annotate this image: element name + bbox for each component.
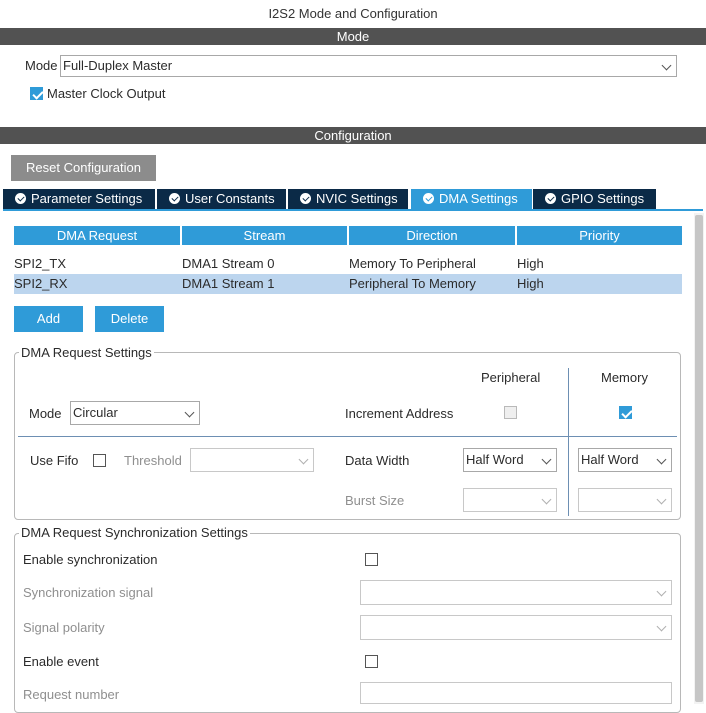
signal-polarity-label: Signal polarity (23, 620, 105, 635)
chevron-down-icon (661, 60, 672, 71)
signal-polarity-select[interactable] (360, 615, 672, 640)
tab-gpio-settings[interactable]: GPIO Settings (533, 189, 656, 209)
enable-sync-label: Enable synchronization (23, 552, 158, 567)
cell-priority: High (517, 276, 544, 291)
configuration-section-header: Configuration (0, 127, 706, 144)
delete-button[interactable]: Delete (95, 306, 164, 332)
cell-direction: Peripheral To Memory (349, 276, 476, 291)
peripheral-increment-checkbox[interactable] (504, 406, 517, 419)
mode-section-header: Mode (0, 28, 706, 45)
peripheral-burst-select[interactable] (463, 488, 557, 512)
window-title: I2S2 Mode and Configuration (268, 6, 438, 21)
check-circle-icon (15, 193, 26, 204)
memory-increment-checkbox[interactable] (619, 406, 632, 419)
request-number-label: Request number (23, 687, 120, 702)
check-circle-icon (169, 193, 180, 204)
burst-size-label: Burst Size (345, 493, 405, 508)
memory-column-header: Memory (601, 370, 648, 385)
chevron-down-icon (656, 454, 667, 465)
request-number-input[interactable] (360, 682, 672, 704)
enable-event-checkbox[interactable] (365, 655, 378, 668)
dma-mode-value: Circular (73, 405, 118, 420)
cell-priority: High (517, 256, 544, 271)
column-header-direction[interactable]: Direction (349, 226, 515, 245)
tab-dma-settings[interactable]: DMA Settings (411, 189, 532, 209)
table-row[interactable]: SPI2_TX DMA1 Stream 0 Memory To Peripher… (14, 254, 682, 274)
dma-mode-label: Mode (29, 406, 62, 421)
tab-underline (3, 209, 703, 211)
threshold-label: Threshold (124, 453, 182, 468)
peripheral-data-width-value: Half Word (466, 452, 524, 467)
peripheral-data-width-select[interactable]: Half Word (463, 448, 557, 472)
sync-signal-label: Synchronization signal (23, 585, 154, 600)
cell-dma-request: SPI2_RX (14, 276, 68, 291)
check-circle-icon (423, 193, 434, 204)
cell-stream: DMA1 Stream 0 (182, 256, 275, 271)
chevron-down-icon (541, 494, 552, 505)
column-header-dma-request[interactable]: DMA Request (14, 226, 180, 245)
enable-sync-checkbox[interactable] (365, 553, 378, 566)
memory-burst-select[interactable] (578, 488, 672, 512)
chevron-down-icon (656, 586, 667, 597)
tab-label: GPIO Settings (561, 191, 645, 206)
sync-signal-select[interactable] (360, 580, 672, 605)
add-button[interactable]: Add (14, 306, 83, 332)
peripheral-column-header: Peripheral (481, 370, 541, 385)
enable-event-label: Enable event (23, 654, 99, 669)
tab-parameter-settings[interactable]: Parameter Settings (3, 189, 155, 209)
threshold-select[interactable] (190, 448, 314, 472)
master-clock-checkbox[interactable] (30, 87, 43, 100)
tab-label: DMA Settings (439, 191, 518, 206)
tab-nvic-settings[interactable]: NVIC Settings (288, 189, 408, 209)
column-header-priority[interactable]: Priority (517, 226, 682, 245)
check-circle-icon (545, 193, 556, 204)
mode-select-value: Full-Duplex Master (63, 58, 173, 73)
tab-user-constants[interactable]: User Constants (157, 189, 286, 209)
dma-mode-select[interactable]: Circular (70, 401, 200, 425)
tab-label: NVIC Settings (316, 191, 398, 206)
tab-label: User Constants (185, 191, 275, 206)
chevron-down-icon (656, 621, 667, 632)
chevron-down-icon (541, 454, 552, 465)
memory-data-width-select[interactable]: Half Word (578, 448, 672, 472)
column-header-stream[interactable]: Stream (182, 226, 347, 245)
memory-data-width-value: Half Word (581, 452, 639, 467)
chevron-down-icon (298, 454, 309, 465)
reset-configuration-button[interactable]: Reset Configuration (11, 155, 156, 181)
chevron-down-icon (656, 494, 667, 505)
master-clock-label: Master Clock Output (47, 86, 166, 101)
column-divider (568, 368, 569, 516)
scrollbar-thumb[interactable] (695, 215, 703, 702)
tab-label: Parameter Settings (31, 191, 143, 206)
mode-select[interactable]: Full-Duplex Master (60, 55, 677, 77)
check-circle-icon (300, 193, 311, 204)
cell-direction: Memory To Peripheral (349, 256, 476, 271)
settings-divider (18, 436, 677, 437)
use-fifo-checkbox[interactable] (93, 454, 106, 467)
use-fifo-label: Use Fifo (30, 453, 79, 468)
cell-dma-request: SPI2_TX (14, 256, 67, 271)
mode-label: Mode (25, 58, 58, 73)
chevron-down-icon (184, 407, 195, 418)
table-row-selected[interactable]: SPI2_RX DMA1 Stream 1 Peripheral To Memo… (14, 274, 682, 294)
data-width-label: Data Width (345, 453, 410, 468)
dma-request-settings-title: DMA Request Settings (19, 345, 154, 360)
cell-stream: DMA1 Stream 1 (182, 276, 275, 291)
dma-sync-settings-title: DMA Request Synchronization Settings (19, 525, 250, 540)
increment-address-label: Increment Address (345, 406, 454, 421)
